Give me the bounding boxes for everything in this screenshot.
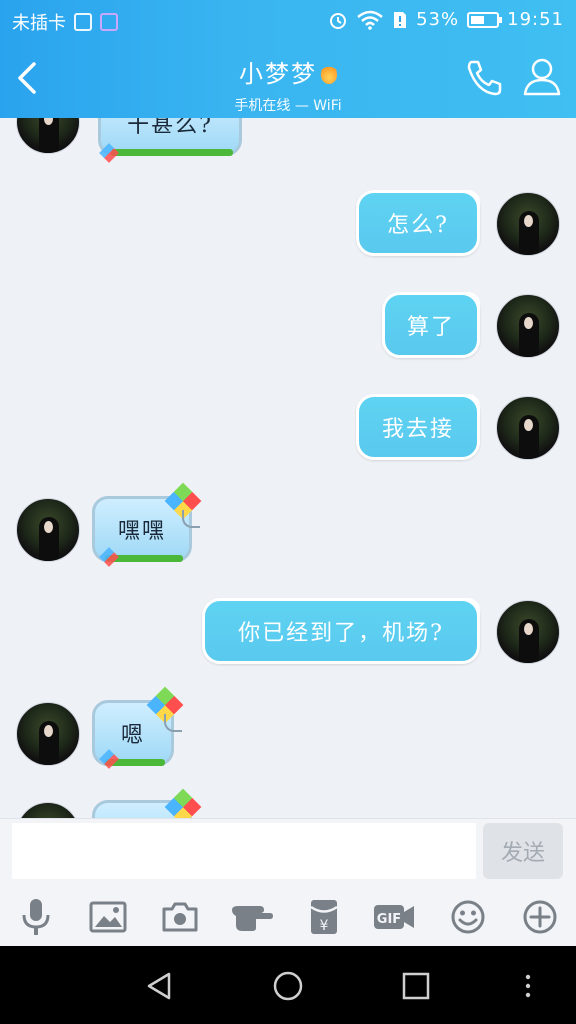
carrier-text: 未插卡 xyxy=(12,13,66,34)
outgoing-message-bubble[interactable]: 怎么? xyxy=(356,190,480,256)
flame-icon xyxy=(321,62,337,84)
gif-text: GIF xyxy=(377,912,401,927)
my-avatar[interactable] xyxy=(496,192,560,256)
nav-recents-icon[interactable] xyxy=(396,966,436,1006)
message-text: 嗯 xyxy=(120,723,145,748)
emoji-icon[interactable] xyxy=(446,895,490,939)
top-header: 未插卡 53% 19:51 小梦梦 手机在线 — WiFi xyxy=(0,0,576,118)
message-text: 我去接 xyxy=(381,417,454,442)
my-avatar[interactable] xyxy=(496,600,560,664)
contact-avatar[interactable] xyxy=(16,702,80,766)
phone-call-icon[interactable] xyxy=(462,56,506,100)
gif-icon[interactable]: GIF xyxy=(372,895,416,939)
send-button[interactable]: 发送 xyxy=(483,823,563,879)
contact-avatar[interactable] xyxy=(16,802,80,818)
microphone-icon[interactable] xyxy=(14,895,58,939)
contact-avatar[interactable] xyxy=(16,118,80,154)
message-list[interactable]: 干甚么? 怎么? 算了 我去接 嘿嘿 你已经到了，机场? 嗯 xyxy=(0,118,576,818)
battery-percent: 53% xyxy=(416,9,460,30)
message-text: 你已经到了，机场? xyxy=(238,621,444,646)
message-input[interactable] xyxy=(12,823,476,879)
photo-notification-icon xyxy=(100,13,118,31)
image-icon[interactable] xyxy=(86,895,130,939)
my-avatar[interactable] xyxy=(496,294,560,358)
battery-fill xyxy=(471,15,484,24)
status-bar: 未插卡 53% 19:51 xyxy=(0,0,576,40)
incoming-message-bubble[interactable]: 干甚么? xyxy=(98,118,242,156)
contact-name: 小梦梦 xyxy=(239,60,317,88)
outgoing-message-bubble[interactable]: 算了 xyxy=(382,292,480,358)
nav-menu-icon[interactable] xyxy=(508,966,548,1006)
message-text: 干甚么? xyxy=(127,118,213,138)
battery-icon xyxy=(467,11,503,28)
message-text: 嘿嘿 xyxy=(117,519,166,544)
kite-tail-decoration xyxy=(182,510,200,528)
contact-avatar[interactable] xyxy=(16,498,80,562)
message-text: 怎么? xyxy=(387,213,449,238)
kite-tail-decoration xyxy=(164,714,182,732)
outgoing-message-bubble[interactable]: 我去接 xyxy=(356,394,480,460)
clock: 19:51 xyxy=(507,9,564,30)
sim-alert-icon xyxy=(394,11,407,28)
plus-icon[interactable] xyxy=(518,895,562,939)
poke-icon[interactable] xyxy=(230,895,274,939)
wifi-icon xyxy=(357,10,383,30)
camera-icon[interactable] xyxy=(158,895,202,939)
message-text: 算了 xyxy=(406,315,455,340)
bubble-grass-decoration xyxy=(111,149,233,156)
input-toolbar: ¥ GIF xyxy=(0,891,576,947)
composer-bar: 发送 ¥ GIF xyxy=(0,818,576,946)
yen-text: ¥ xyxy=(320,918,329,934)
nav-back-icon[interactable] xyxy=(140,966,180,1006)
my-avatar[interactable] xyxy=(496,396,560,460)
alarm-icon xyxy=(330,12,347,29)
profile-icon[interactable] xyxy=(520,54,564,98)
outgoing-message-bubble[interactable]: 你已经到了，机场? xyxy=(202,598,480,664)
gallery-notification-icon xyxy=(74,13,92,31)
nav-home-icon[interactable] xyxy=(268,966,308,1006)
red-packet-icon[interactable]: ¥ xyxy=(302,895,346,939)
system-nav-bar xyxy=(0,946,576,1024)
